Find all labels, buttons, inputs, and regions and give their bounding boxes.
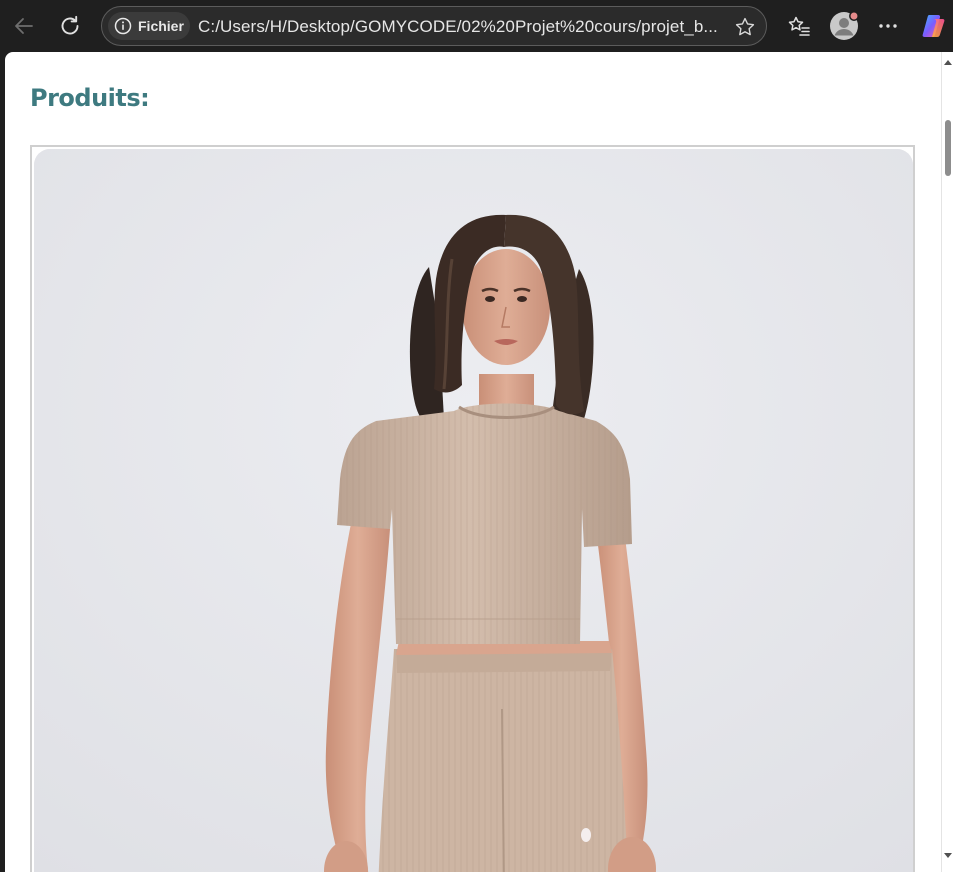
favorite-star-button[interactable] <box>732 14 758 40</box>
page-heading: Produits: <box>30 84 150 112</box>
refresh-icon <box>61 15 79 35</box>
site-info-button[interactable]: Fichier <box>108 12 190 40</box>
refresh-button[interactable] <box>54 10 86 42</box>
url-text[interactable]: C:/Users/H/Desktop/GOMYCODE/02%20Projet%… <box>198 17 722 37</box>
product-image[interactable] <box>34 149 913 872</box>
more-options-icon <box>879 24 897 28</box>
back-arrow-icon <box>15 18 33 34</box>
product-card[interactable] <box>30 145 915 872</box>
favorites-list-icon <box>788 16 810 36</box>
scroll-down-arrow-icon <box>944 853 952 858</box>
back-button[interactable] <box>8 10 40 42</box>
site-info-label: Fichier <box>138 18 184 34</box>
star-icon <box>735 17 755 36</box>
page-content: Produits: <box>5 52 941 872</box>
settings-more-button[interactable] <box>872 10 904 42</box>
page-scrollbar[interactable] <box>941 52 953 872</box>
copilot-button[interactable] <box>918 10 950 42</box>
browser-toolbar: Fichier C:/Users/H/Desktop/GOMYCODE/02%2… <box>0 0 953 52</box>
info-icon <box>114 17 132 35</box>
profile-button[interactable] <box>828 10 860 42</box>
address-bar[interactable]: Fichier C:/Users/H/Desktop/GOMYCODE/02%2… <box>101 6 767 46</box>
scrollbar-thumb[interactable] <box>945 120 951 176</box>
product-photo-illustration <box>34 149 913 872</box>
scroll-up-arrow-icon <box>944 60 952 65</box>
avatar-icon <box>830 11 859 40</box>
copilot-icon <box>922 15 945 37</box>
favorites-button[interactable] <box>783 10 815 42</box>
